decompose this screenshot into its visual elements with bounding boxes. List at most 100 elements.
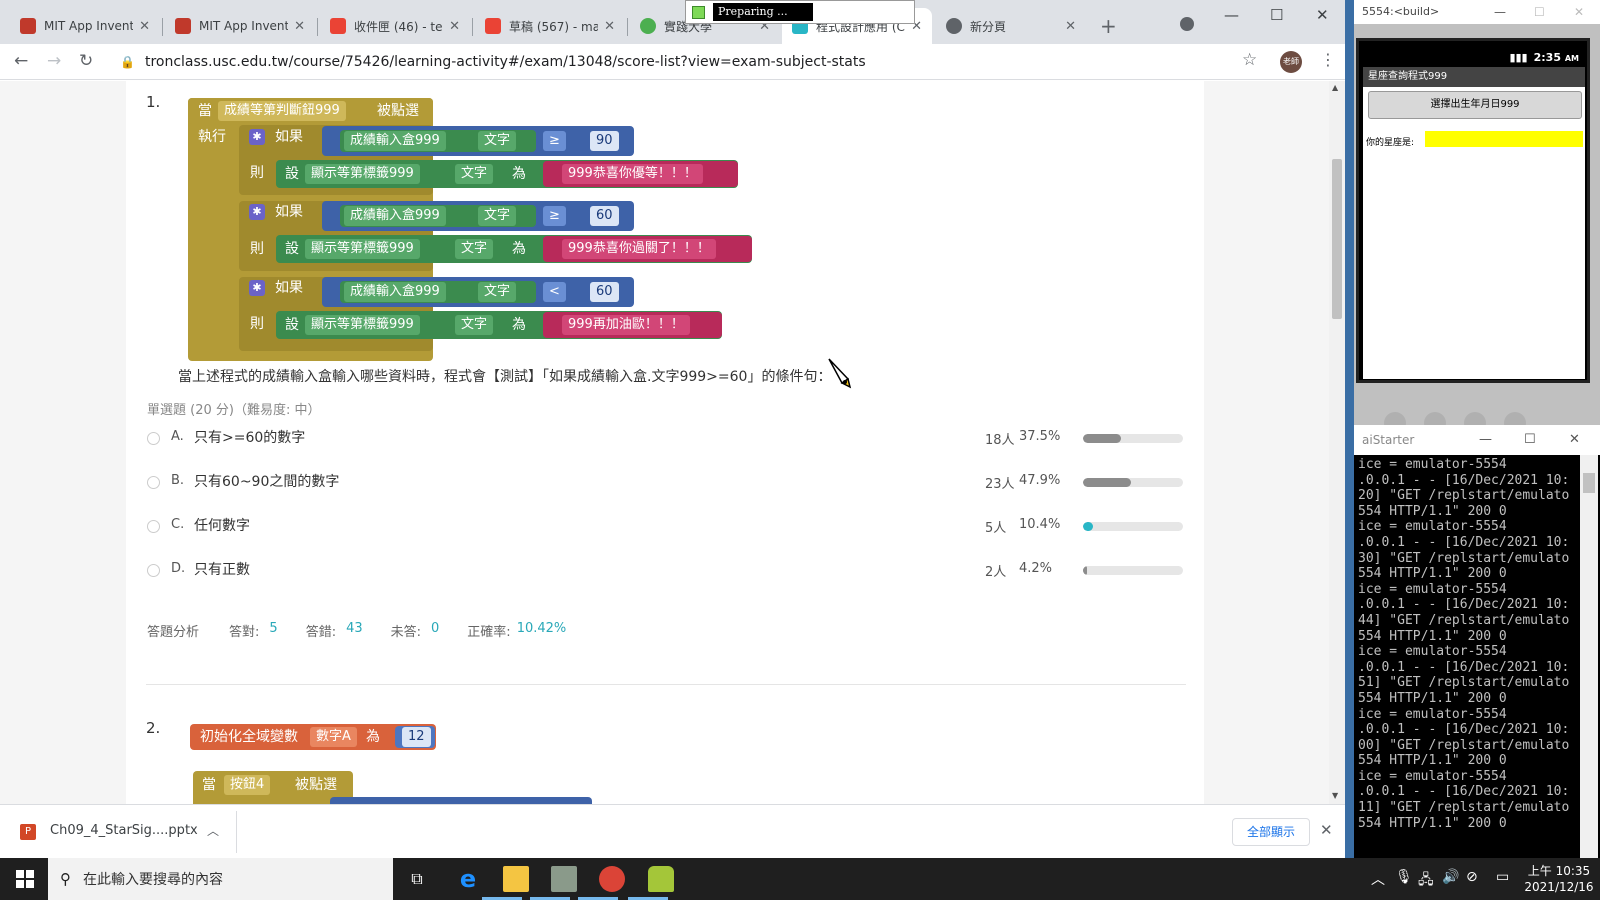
edge-icon[interactable]: e (455, 866, 481, 892)
text-literal[interactable]: 999再加油歐！！！ (562, 315, 690, 335)
download-file-name[interactable]: Ch09_4_StarSig....pptx (50, 823, 198, 838)
mutator-gear-icon[interactable]: ✱ (249, 129, 265, 145)
maximize-icon[interactable]: ☐ (1534, 0, 1545, 24)
phone-ampm: AM (1564, 54, 1579, 63)
tab-search-icon[interactable] (1180, 17, 1194, 31)
tab-mit-app-inventor-1[interactable]: MIT App Invent ✕ (10, 8, 160, 44)
wrong-count: 43 (346, 621, 363, 636)
maximize-icon[interactable]: ☐ (1524, 425, 1536, 455)
component-dropdown[interactable]: 成績輸入盒999 (344, 206, 446, 226)
event-component-dropdown[interactable]: 按鈕4 (224, 775, 271, 795)
close-window-icon[interactable]: ✕ (1574, 0, 1584, 24)
maximize-icon[interactable]: ☐ (1270, 6, 1283, 24)
scroll-up-icon[interactable]: ▲ (1332, 83, 1338, 92)
new-tab-icon[interactable]: + (1100, 14, 1117, 38)
emulator-title: 5554:<build> (1362, 5, 1440, 18)
clock-time: 上午 10:35 (1527, 864, 1591, 878)
option-letter: C. (171, 517, 185, 532)
blocked-icon[interactable]: ⊘ (1466, 869, 1478, 885)
console-scrollbar[interactable] (1580, 455, 1598, 858)
target-property-dropdown[interactable]: 文字 (455, 239, 494, 259)
scroll-down-icon[interactable]: ▼ (1332, 791, 1338, 800)
close-icon[interactable]: ✕ (1320, 821, 1333, 839)
tab-mit-app-inventor-2[interactable]: MIT App Invent ✕ (165, 8, 315, 44)
text-literal[interactable]: 999恭喜你過關了！！！ (562, 239, 716, 259)
option-count: 23人 (985, 477, 1015, 492)
page-scrollbar[interactable]: ▲ ▼ (1329, 81, 1345, 804)
target-component-dropdown[interactable]: 顯示等第標籤999 (305, 239, 420, 259)
then-label: 則 (250, 241, 264, 257)
target-property-dropdown[interactable]: 文字 (455, 164, 494, 184)
number-literal[interactable]: 60 (590, 282, 619, 302)
close-icon[interactable]: ✕ (604, 19, 615, 34)
property-dropdown[interactable]: 文字 (478, 282, 517, 302)
number-literal[interactable]: 90 (590, 131, 619, 151)
variable-name[interactable]: 數字A (310, 727, 357, 747)
preparing-popup: Preparing ... (685, 0, 915, 24)
reload-icon[interactable]: ↻ (79, 51, 93, 71)
taskbar-clock[interactable]: 上午 10:35 2021/12/16 (1522, 863, 1596, 895)
text-literal[interactable]: 999恭喜你優等！！！ (562, 164, 703, 184)
target-component-dropdown[interactable]: 顯示等第標籤999 (305, 164, 420, 184)
mutator-gear-icon[interactable]: ✱ (249, 204, 265, 220)
avatar[interactable]: 老師 (1280, 51, 1302, 73)
scrollbar-thumb[interactable] (1332, 159, 1342, 319)
target-property-dropdown[interactable]: 文字 (455, 315, 494, 335)
close-icon[interactable]: ✕ (449, 19, 460, 34)
operator-dropdown[interactable]: < (543, 282, 566, 302)
component-dropdown[interactable]: 成績輸入盒999 (344, 282, 446, 302)
bookmark-star-icon[interactable]: ☆ (1242, 50, 1257, 70)
tab-gmail-inbox[interactable]: 收件匣 (46) - tec ✕ (320, 8, 470, 44)
minimize-icon[interactable]: — (1479, 425, 1492, 455)
operator-dropdown[interactable]: ≥ (543, 206, 566, 226)
close-window-icon[interactable]: ✕ (1569, 425, 1580, 455)
forward-icon[interactable]: → (47, 51, 61, 71)
volume-icon[interactable]: 🔊 (1442, 869, 1459, 885)
windows-start-icon[interactable] (16, 870, 34, 888)
task-view-icon[interactable]: ⧉ (404, 866, 430, 892)
option-radio[interactable] (147, 476, 160, 489)
close-icon[interactable]: ✕ (1065, 19, 1076, 34)
option-count: 5人 (985, 521, 1007, 536)
close-icon[interactable]: ✕ (139, 19, 150, 34)
option-radio[interactable] (147, 564, 160, 577)
option-radio[interactable] (147, 432, 160, 445)
network-icon[interactable]: 🖧 (1418, 869, 1434, 893)
show-all-downloads-button[interactable]: 全部顯示 (1232, 818, 1310, 846)
number-literal[interactable]: 12 (402, 727, 431, 747)
minimize-icon[interactable]: — (1494, 0, 1506, 24)
accuracy-label: 正確率: (467, 625, 511, 640)
target-component-dropdown[interactable]: 顯示等第標籤999 (305, 315, 420, 335)
tab-new-tab[interactable]: 新分頁 ✕ (936, 8, 1086, 44)
mit-app-inventor-icon (20, 18, 36, 34)
microphone-icon[interactable]: 🎙 (1395, 869, 1413, 885)
option-row: C. 任何數字 5人 10.4% (147, 515, 1187, 539)
option-radio[interactable] (147, 520, 160, 533)
minimize-icon[interactable]: — (1224, 6, 1239, 24)
tab-gmail-drafts[interactable]: 草稿 (567) - ma ✕ (475, 8, 625, 44)
android-icon[interactable] (648, 866, 674, 892)
property-dropdown[interactable]: 文字 (478, 206, 517, 226)
event-component-dropdown[interactable]: 成績等第判斷鈕999 (218, 101, 346, 121)
property-dropdown[interactable]: 文字 (478, 131, 517, 151)
then-label: 則 (250, 316, 264, 332)
tray-chevron-icon[interactable]: ︿ (1371, 869, 1385, 889)
number-literal[interactable]: 60 (590, 206, 619, 226)
scrollbar-thumb[interactable] (1583, 473, 1595, 493)
file-explorer-icon[interactable] (503, 866, 529, 892)
chrome-icon[interactable] (599, 866, 625, 892)
mutator-gear-icon[interactable]: ✱ (249, 280, 265, 296)
more-menu-icon[interactable]: ⋮ (1320, 50, 1336, 69)
component-dropdown[interactable]: 成績輸入盒999 (344, 131, 446, 151)
notification-icon[interactable]: ▭ (1496, 869, 1509, 885)
taskbar-search-box[interactable]: ⚲ 在此輸入要搜尋的內容 (48, 858, 393, 900)
close-window-icon[interactable]: ✕ (1316, 6, 1329, 24)
snipping-tool-icon[interactable] (551, 866, 577, 892)
address-bar[interactable]: 🔒 tronclass.usc.edu.tw/course/75426/lear… (120, 48, 1240, 76)
close-icon[interactable]: ✕ (294, 19, 305, 34)
option-progress-bar (1083, 434, 1183, 443)
back-icon[interactable]: ← (14, 51, 28, 71)
chevron-up-icon[interactable]: ︿ (207, 822, 219, 839)
operator-dropdown[interactable]: ≥ (543, 131, 566, 151)
select-birthday-button[interactable]: 選擇出生年月日999 (1368, 91, 1582, 119)
